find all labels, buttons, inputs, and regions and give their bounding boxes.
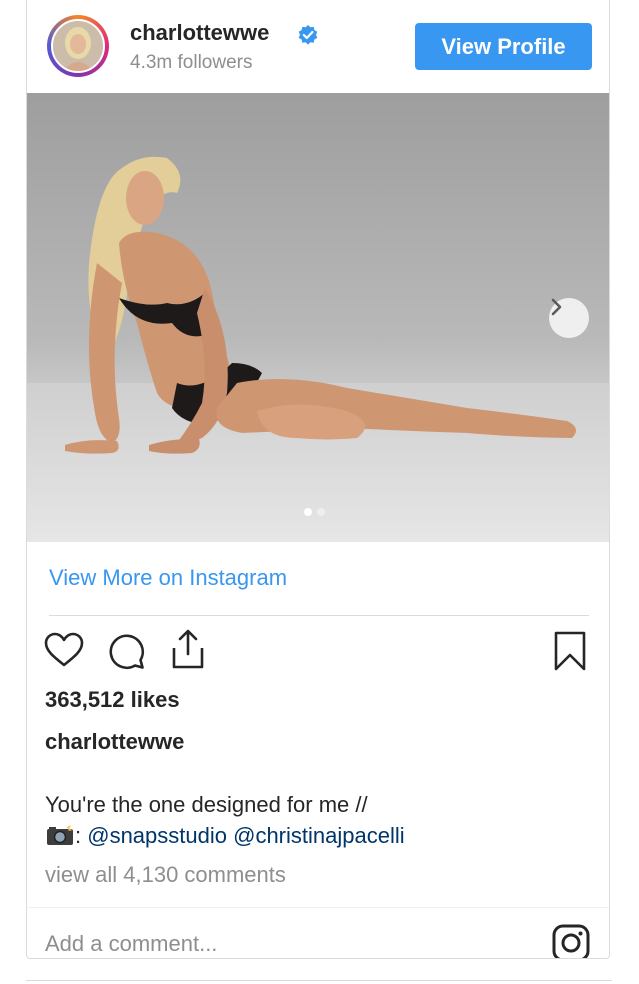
- carousel-dot-1: [304, 508, 312, 516]
- view-more-link[interactable]: View More on Instagram: [49, 565, 287, 591]
- caption-username[interactable]: charlottewwe: [45, 729, 184, 755]
- avatar-photo: [53, 21, 103, 71]
- username[interactable]: charlottewwe: [130, 20, 269, 46]
- share-icon[interactable]: [168, 628, 208, 670]
- post-image[interactable]: [27, 93, 609, 542]
- comment-divider: [27, 907, 609, 908]
- like-count[interactable]: 363,512 likes: [45, 687, 180, 713]
- camera-flash-emoji-icon: [47, 823, 73, 845]
- caption-separator: :: [75, 823, 88, 848]
- page-bottom-divider: [26, 980, 612, 981]
- follower-count: 4.3m followers: [130, 52, 253, 73]
- bookmark-icon[interactable]: [553, 630, 587, 672]
- mention-christinajpacelli[interactable]: @christinajpacelli: [233, 823, 405, 848]
- caption-line-1: You're the one designed for me //: [45, 792, 368, 817]
- view-profile-button[interactable]: View Profile: [415, 23, 592, 70]
- post-photo: [27, 156, 609, 542]
- post-header: charlottewwe 4.3m followers View Profile: [27, 0, 609, 93]
- avatar[interactable]: [51, 19, 105, 73]
- chevron-right-icon: [551, 298, 562, 316]
- comment-icon[interactable]: [107, 632, 145, 670]
- add-comment-input[interactable]: Add a comment...: [45, 931, 217, 957]
- instagram-logo-icon[interactable]: [551, 923, 591, 959]
- view-all-comments-link[interactable]: view all 4,130 comments: [45, 862, 286, 888]
- instagram-embed-card: charlottewwe 4.3m followers View Profile: [26, 0, 610, 959]
- caption-line-2: : @snapsstudio @christinajpacelli: [45, 820, 405, 851]
- post-caption: You're the one designed for me // : @sna…: [45, 789, 405, 851]
- mention-snapsstudio[interactable]: @snapsstudio: [87, 823, 227, 848]
- carousel-dot-2: [317, 508, 325, 516]
- divider: [49, 615, 589, 616]
- heart-icon[interactable]: [44, 632, 84, 668]
- carousel-next-button[interactable]: [549, 298, 589, 338]
- verified-badge-icon: [298, 25, 318, 45]
- carousel-indicator: [304, 508, 325, 516]
- avatar-story-ring[interactable]: [47, 15, 109, 77]
